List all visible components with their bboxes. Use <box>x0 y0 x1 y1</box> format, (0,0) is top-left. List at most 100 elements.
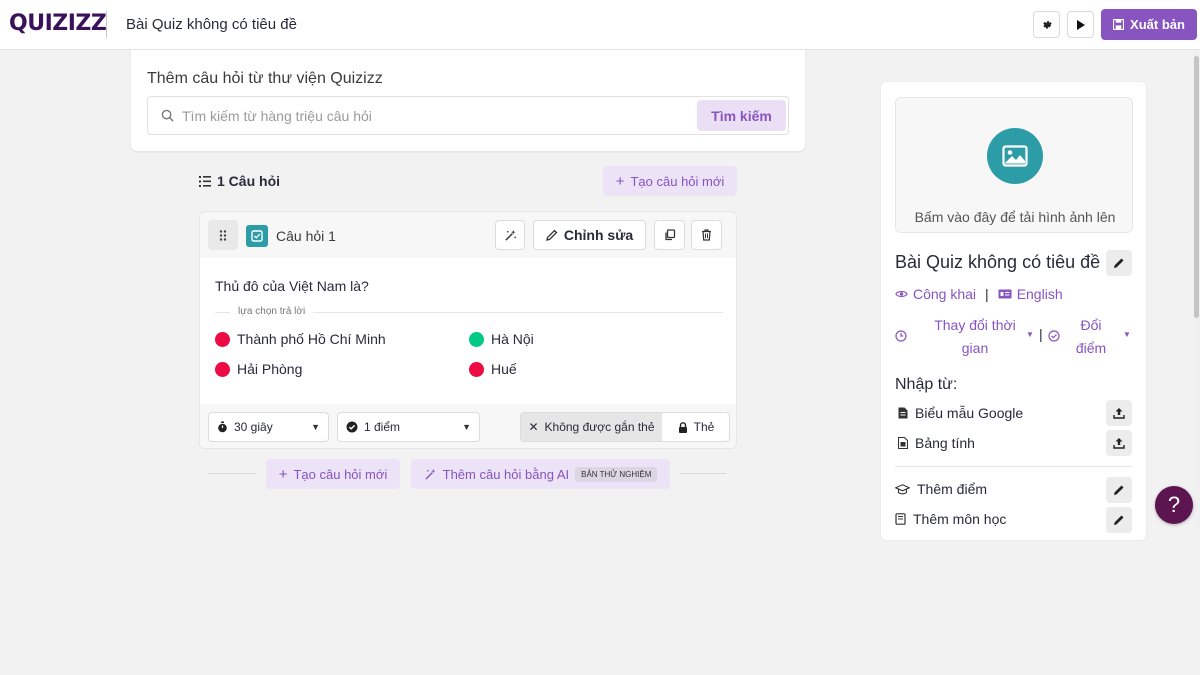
incorrect-dot-icon <box>215 331 230 347</box>
list-icon <box>199 175 211 187</box>
google-forms-label: Biểu mẫu Google <box>915 405 1024 421</box>
question-label: Câu hỏi 1 <box>276 228 336 244</box>
change-points-button[interactable]: Đổi điểm <box>1065 314 1117 360</box>
book-icon <box>895 513 906 525</box>
divider-line <box>209 473 256 474</box>
answer-text: Hà Nội <box>491 331 534 347</box>
answer-text: Hải Phòng <box>237 361 303 377</box>
page-scrollbar[interactable] <box>1193 50 1200 530</box>
sidebar-quiz-title: Bài Quiz không có tiêu đề <box>895 252 1101 272</box>
close-icon: ✕ <box>528 420 539 434</box>
tag-label: Thẻ <box>693 420 715 434</box>
answer-text: Huế <box>491 361 517 377</box>
check-circle-icon <box>1048 330 1060 342</box>
change-time-line1: Thay đổi thời <box>934 317 1016 333</box>
visibility-language-row: Công khai | English <box>895 286 1063 302</box>
multiple-choice-icon <box>246 225 268 247</box>
answer-option: Huế <box>469 361 517 377</box>
create-question-button[interactable]: + Tạo câu hỏi mới <box>603 166 737 196</box>
publish-button[interactable]: Xuất bản <box>1101 9 1197 40</box>
pencil-icon <box>545 229 558 241</box>
duplicate-button[interactable] <box>654 220 685 250</box>
plus-icon: + <box>278 465 288 483</box>
visibility-label[interactable]: Công khai <box>913 286 976 302</box>
answer-text: Thành phố Hồ Chí Minh <box>237 331 386 347</box>
sidebar-divider <box>895 466 1133 467</box>
edit-title-button[interactable] <box>1106 250 1132 276</box>
incorrect-dot-icon <box>469 361 484 377</box>
question-text: Thủ đô của Việt Nam là? <box>215 278 369 294</box>
separator: | <box>1039 326 1043 342</box>
add-grade-row[interactable]: Thêm điểm <box>895 481 987 497</box>
question-count-label: 1 Câu hỏi <box>217 173 281 189</box>
create-question-label: Tạo câu hỏi mới <box>293 466 388 482</box>
library-search-input[interactable] <box>182 103 682 129</box>
magic-wand-icon <box>424 468 436 480</box>
search-icon <box>161 109 174 122</box>
edit-question-button[interactable]: Chỉnh sửa <box>533 220 646 250</box>
clock-icon <box>895 330 907 342</box>
create-question-button-bottom[interactable]: + Tạo câu hỏi mới <box>266 459 400 489</box>
caret-down-icon: ▼ <box>1123 330 1131 339</box>
create-question-label: Tạo câu hỏi mới <box>630 173 725 189</box>
image-icon <box>987 128 1043 184</box>
image-upload-area[interactable]: Bấm vào đây để tải hình ảnh lên <box>895 97 1133 233</box>
edit-grade-button[interactable] <box>1106 477 1132 503</box>
separator: | <box>985 286 989 302</box>
upload-google-forms-button[interactable] <box>1106 400 1132 426</box>
trash-icon <box>702 229 711 241</box>
change-points-line1: Đổi <box>1080 317 1102 333</box>
quiz-title[interactable]: Bài Quiz không có tiêu đề <box>126 16 297 33</box>
question-card-header: Câu hỏi 1 Chỉnh sửa <box>200 212 736 258</box>
document-icon <box>898 407 908 419</box>
enhance-button[interactable] <box>495 220 525 250</box>
upload-spreadsheet-button[interactable] <box>1106 430 1132 456</box>
time-value: 30 giây <box>234 420 273 434</box>
change-time-button[interactable]: Thay đổi thời gian <box>915 314 1035 360</box>
language-label[interactable]: English <box>1017 286 1063 302</box>
check-circle-icon <box>346 421 358 433</box>
help-button[interactable]: ? <box>1155 486 1193 524</box>
top-header: QUIZIZZ Bài Quiz không có tiêu đề Xuất b… <box>0 0 1200 50</box>
untagged-label: Không được gắn thẻ <box>544 420 655 434</box>
time-select[interactable]: 30 giây ▼ <box>208 412 329 442</box>
publish-label: Xuất bản <box>1130 17 1185 32</box>
import-google-forms[interactable]: Biểu mẫu Google <box>898 405 1023 421</box>
spreadsheet-icon <box>898 437 908 449</box>
add-subject-row[interactable]: Thêm môn học <box>895 511 1006 527</box>
spreadsheet-label: Bảng tính <box>915 435 975 451</box>
edit-subject-button[interactable] <box>1106 507 1132 533</box>
search-button[interactable]: Tìm kiếm <box>697 100 786 131</box>
settings-button[interactable] <box>1033 11 1060 38</box>
import-spreadsheet[interactable]: Bảng tính <box>898 435 975 451</box>
scroll-thumb[interactable] <box>1194 56 1199 318</box>
pencil-icon <box>1114 485 1124 495</box>
delete-button[interactable] <box>691 220 722 250</box>
caret-down-icon: ▼ <box>462 422 471 432</box>
divider-line <box>679 473 726 474</box>
correct-dot-icon <box>469 331 484 347</box>
tag-button[interactable]: Thẻ <box>662 413 729 441</box>
incorrect-dot-icon <box>215 361 230 377</box>
time-points-row: Thay đổi thời gian ▼ | Đổi điểm ▼ <box>895 314 1133 360</box>
graduation-cap-icon <box>895 483 910 494</box>
drag-dots-icon <box>219 229 227 241</box>
quiz-settings-sidebar: Bấm vào đây để tải hình ảnh lên Bài Quiz… <box>880 81 1147 541</box>
answer-option: Hải Phòng <box>215 361 302 377</box>
question-card-footer: 30 giây ▼ 1 điểm ▼ ✕ Không được gắn thẻ … <box>200 404 736 448</box>
copy-icon <box>664 229 675 241</box>
add-subject-label: Thêm môn học <box>913 511 1007 527</box>
quizizz-logo[interactable]: QUIZIZZ <box>9 11 107 36</box>
ai-label: Thêm câu hỏi bằng AI <box>442 466 570 482</box>
save-icon <box>1113 19 1125 30</box>
drag-handle[interactable] <box>208 220 238 250</box>
add-ai-question-button[interactable]: Thêm câu hỏi bằng AI BẢN THỬ NGHIỆM <box>411 459 670 489</box>
points-select[interactable]: 1 điểm ▼ <box>337 412 480 442</box>
pencil-icon <box>1114 258 1124 268</box>
edit-label: Chỉnh sửa <box>563 227 634 243</box>
pencil-icon <box>1114 515 1124 525</box>
untagged-button[interactable]: ✕ Không được gắn thẻ <box>521 413 662 441</box>
plus-icon: + <box>615 172 625 190</box>
preview-button[interactable] <box>1067 11 1094 38</box>
answers-label: lựa chọn trả lời <box>230 306 314 317</box>
